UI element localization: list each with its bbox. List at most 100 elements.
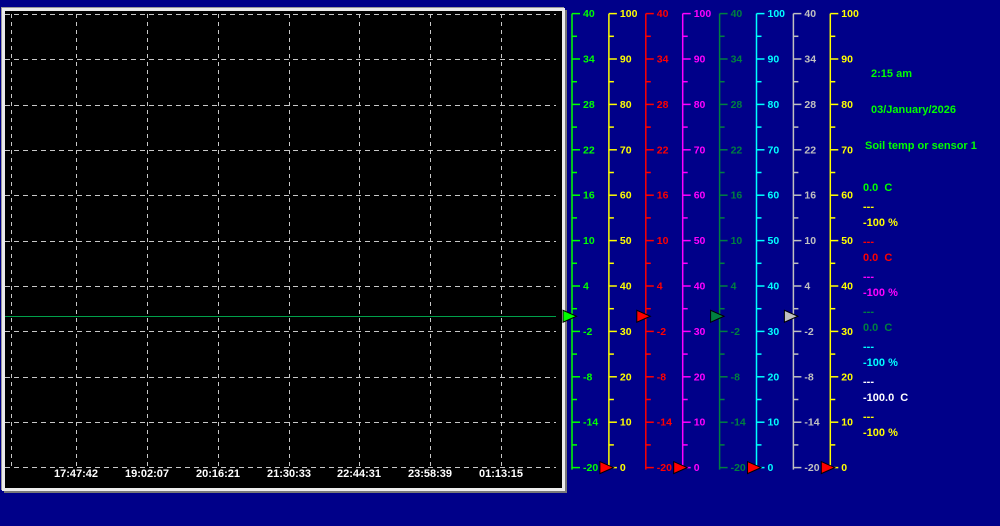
tick-label: 90 [620, 54, 632, 66]
series-line-soil-temp-1 [5, 316, 556, 317]
tick-label: 90 [768, 54, 780, 66]
grid-line-vertical [218, 14, 219, 468]
tick-label: 22 [583, 144, 595, 156]
grid-line-horizontal [5, 377, 556, 378]
readout-date: 03/January/2026 [871, 104, 957, 116]
tick-label: 10 [768, 417, 780, 429]
percent-scale-1-marker-arrow-icon [599, 460, 615, 475]
tick-label: 28 [731, 99, 743, 111]
tick-label: 10 [694, 417, 706, 429]
tick-label: 20 [768, 371, 780, 383]
tick-label: 0 [768, 462, 774, 474]
tick-label: 22 [657, 144, 669, 156]
tick-label: 100 [694, 8, 712, 20]
tick-label: 0 [620, 462, 626, 474]
tick-label: 10 [731, 235, 743, 247]
tick-label: 70 [620, 144, 632, 156]
tick-label: 50 [620, 235, 632, 247]
tick-label: 30 [768, 326, 780, 338]
tick-label: 80 [841, 99, 853, 111]
tick-label: 34 [804, 54, 816, 66]
temp-scale-2-marker-arrow-icon [636, 309, 652, 324]
grid-line-vertical [359, 14, 360, 468]
tick-label: -14 [657, 417, 672, 429]
tick-label: -20 [731, 462, 746, 474]
x-axis-time-label: 19:02:07 [124, 468, 170, 480]
tick-label: -20 [804, 462, 819, 474]
tick-label: 28 [583, 99, 595, 111]
tick-label: 100 [841, 8, 859, 20]
readout-channel-value: -100 % [863, 357, 898, 369]
tick-label: 16 [583, 190, 595, 202]
tick-label: 100 [768, 8, 786, 20]
tick-label: 40 [768, 281, 780, 293]
temp-scale-1-axis: 40 34 28 22 16 10 4 -2 -8 -14 -20 [562, 8, 598, 474]
tick-label: 70 [694, 144, 706, 156]
tick-label: 22 [804, 144, 816, 156]
tick-label: 60 [620, 190, 632, 202]
grid-line-vertical [501, 14, 502, 468]
tick-label: 16 [731, 190, 743, 202]
tick-label: 40 [804, 8, 816, 20]
temp-scale-4-axis: 40 34 28 22 16 10 4 -2 -8 -14 -20 [783, 8, 820, 474]
tick-label: 40 [731, 8, 743, 20]
readout-time: 2:15 am [871, 68, 912, 80]
tick-label: -8 [804, 371, 813, 383]
tick-label: -2 [657, 326, 666, 338]
readout-channel-dashes: --- [863, 201, 874, 213]
tick-label: 0 [841, 462, 847, 474]
readout-channel-dashes: --- [863, 236, 874, 248]
readout-channel-dashes: --- [863, 271, 874, 283]
readout-channel-value: -100 % [863, 427, 898, 439]
tick-label: 22 [731, 144, 743, 156]
x-axis-time-label: 17:47:42 [53, 468, 99, 480]
tick-label: -2 [583, 326, 592, 338]
tick-label: 70 [768, 144, 780, 156]
x-axis-time-label: 23:58:39 [407, 468, 453, 480]
time-axis: 17:47:42 19:02:07 20:16:21 21:30:33 22:44:31… [5, 468, 556, 482]
tick-label: 50 [768, 235, 780, 247]
readout-channel-value: -100 % [863, 287, 898, 299]
tick-label: -20 [583, 462, 598, 474]
tick-label: 80 [768, 99, 780, 111]
x-axis-time-label: 01:13:15 [478, 468, 524, 480]
tick-label: 34 [583, 54, 595, 66]
tick-label: 70 [841, 144, 853, 156]
readout-channel-list: 0.0 C --- -100 % --- 0.0 C --- -100 % --- 0.0 C -… [863, 180, 999, 441]
temp-scale-2-axis: 40 34 28 22 16 10 4 -2 -8 -14 -20 [636, 8, 672, 474]
tick-label: 10 [841, 417, 853, 429]
grid-line-horizontal [5, 286, 556, 287]
tick-label: 16 [804, 190, 816, 202]
tick-label: 20 [694, 371, 706, 383]
app-background: { "window": { "background": "#000089" },… [0, 0, 1000, 526]
grid-line-vertical [11, 14, 12, 468]
tick-label: 10 [804, 235, 816, 247]
percent-scale-4-axis: 1009080706050403020100 [820, 8, 859, 475]
temp-scale-3-marker-arrow-icon [710, 309, 726, 324]
readout-sensor-label: Soil temp or sensor 1 [865, 140, 977, 152]
temp-scale-1-marker-arrow-icon [562, 309, 578, 324]
tick-label: 60 [841, 190, 853, 202]
tick-label: 60 [768, 190, 780, 202]
grid-line-horizontal [5, 195, 556, 196]
tick-label: 34 [731, 54, 743, 66]
tick-label: -8 [731, 371, 740, 383]
tick-label: 4 [804, 281, 810, 293]
x-axis-time-label: 20:16:21 [195, 468, 241, 480]
percent-scale-3-marker-arrow-icon [747, 460, 763, 475]
readout-channel-dashes: --- [863, 376, 874, 388]
tick-label: 10 [583, 235, 595, 247]
readout-channel-value: 0.0 C [863, 322, 893, 334]
tick-label: 4 [657, 281, 663, 293]
readout-channel-value: 0.0 C [863, 182, 893, 194]
tick-label: 50 [841, 235, 853, 247]
x-axis-time-label: 22:44:31 [336, 468, 382, 480]
tick-label: 80 [620, 99, 632, 111]
readout-channel-dashes: --- [863, 306, 874, 318]
tick-label: 50 [694, 235, 706, 247]
tick-label: -14 [583, 417, 598, 429]
grid-line-horizontal [5, 467, 556, 468]
tick-label: 80 [694, 99, 706, 111]
tick-label: 0 [694, 462, 700, 474]
x-axis-time-label: 21:30:33 [266, 468, 312, 480]
